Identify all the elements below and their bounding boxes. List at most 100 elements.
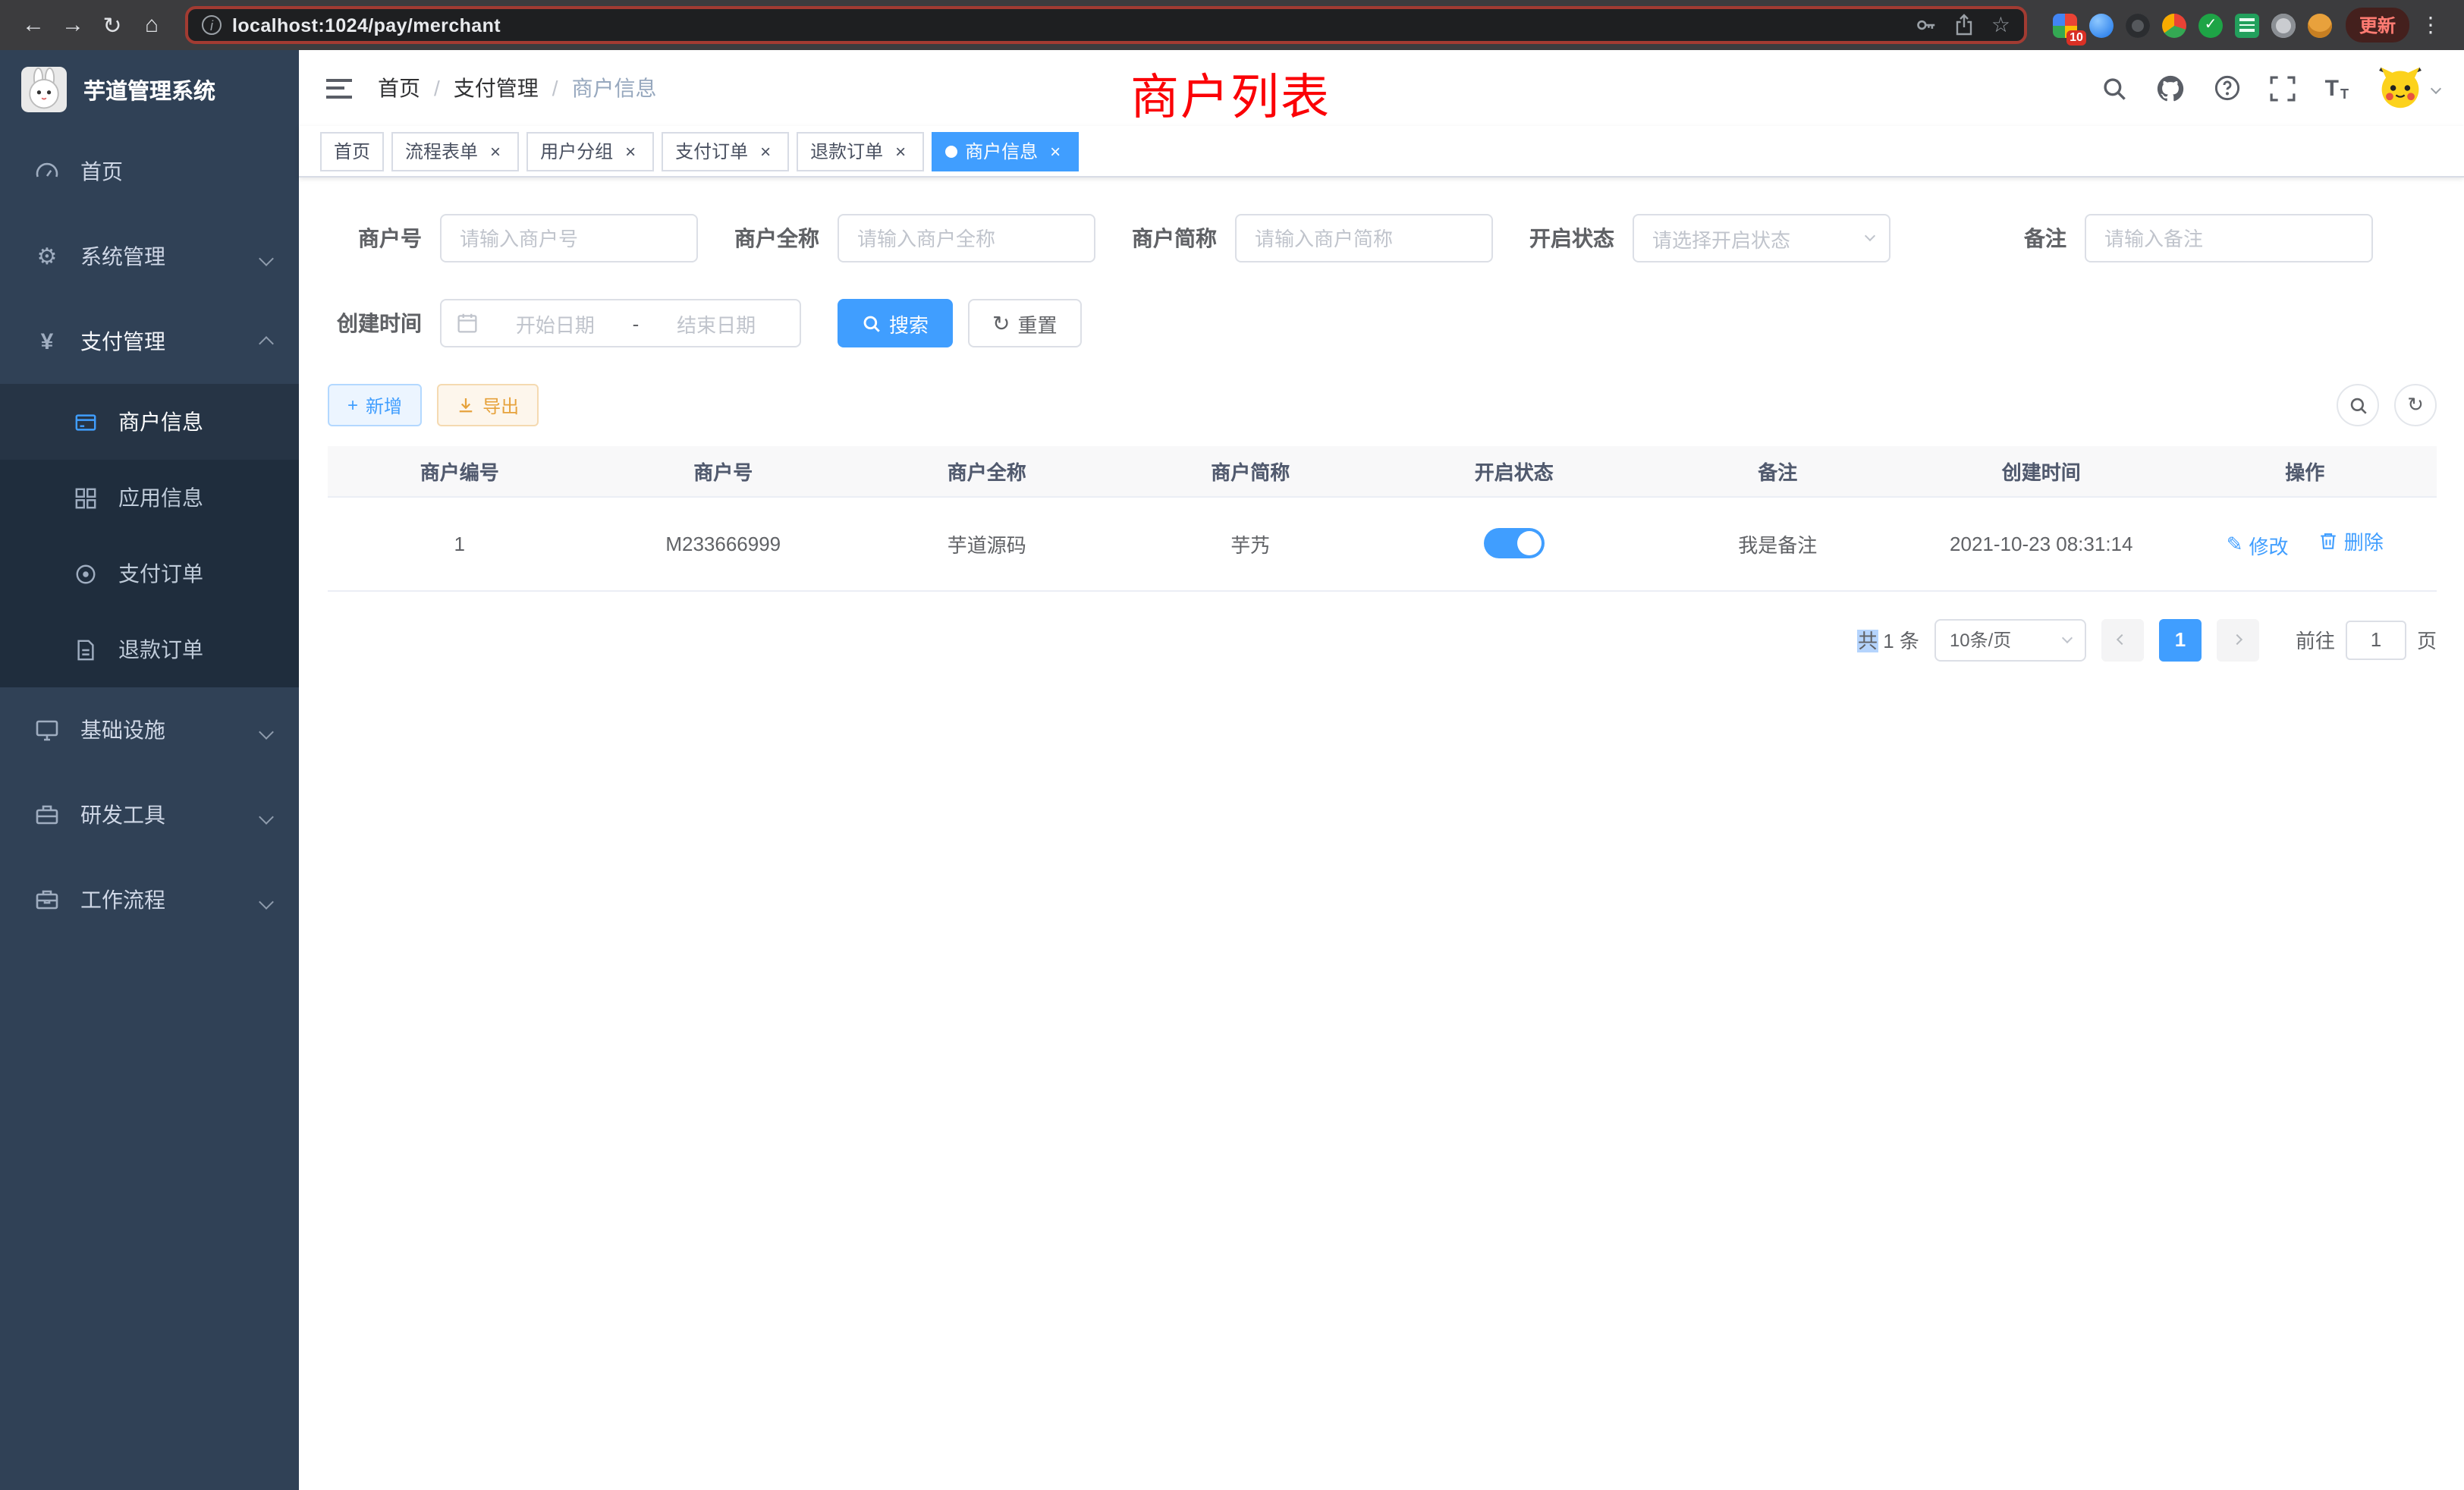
tab-label: 支付订单 — [675, 138, 748, 164]
export-button[interactable]: 导出 — [437, 384, 539, 426]
extension-avatar-icon[interactable] — [2162, 13, 2186, 37]
sidebar-item-system[interactable]: ⚙ 系统管理 — [0, 214, 299, 299]
extensions-pin-icon[interactable] — [2271, 13, 2296, 37]
tab-label: 退款订单 — [810, 138, 883, 164]
browser-menu-icon[interactable]: ⋮ — [2412, 7, 2449, 43]
reload-icon[interactable]: ↻ — [94, 7, 130, 43]
sidebar-item-home[interactable]: 首页 — [0, 129, 299, 214]
extension-badge: 10 — [2066, 30, 2086, 45]
merchant-no-input[interactable] — [440, 214, 698, 262]
sidebar-item-label: 系统管理 — [80, 241, 165, 272]
url-text: localhost:1024/pay/merchant — [232, 14, 1905, 36]
tags-view-bar: 首页 流程表单× 用户分组× 支付订单 × 退款订单 × 商户信息 × — [299, 126, 2464, 178]
refresh-table-button[interactable]: ↻ — [2394, 384, 2437, 426]
sidebar-item-refund-order[interactable]: 退款订单 — [0, 611, 299, 687]
browser-update-button[interactable]: 更新 — [2346, 8, 2409, 42]
extension-green-icon[interactable]: ✓ — [2198, 13, 2223, 37]
goto-page-input[interactable] — [2346, 620, 2406, 659]
toolbox-icon — [33, 803, 61, 827]
page-info-icon[interactable]: i — [202, 15, 222, 35]
breadcrumb-separator: / — [434, 76, 440, 100]
extension-drop-icon[interactable] — [2089, 13, 2114, 37]
status-select-placeholder: 请选择开启状态 — [1652, 224, 1790, 253]
tab-process-form[interactable]: 流程表单× — [391, 131, 519, 171]
prev-page-button[interactable] — [2101, 618, 2144, 661]
breadcrumb-home[interactable]: 首页 — [378, 73, 420, 103]
close-icon[interactable]: × — [621, 141, 640, 161]
address-bar[interactable]: i localhost:1024/pay/merchant ☆ — [185, 6, 2027, 44]
refresh-icon: ↻ — [2407, 393, 2424, 417]
reset-button[interactable]: ↻ 重置 — [968, 299, 1082, 347]
sidebar-item-infrastructure[interactable]: 基础设施 — [0, 687, 299, 772]
close-icon[interactable]: × — [486, 141, 505, 161]
cell-merchant-id: 1 — [328, 496, 592, 590]
search-icon[interactable] — [2102, 75, 2128, 101]
full-name-input[interactable] — [838, 214, 1095, 262]
help-icon[interactable] — [2214, 74, 2242, 102]
sidebar-toggle-icon[interactable] — [323, 72, 355, 104]
remark-input[interactable] — [2085, 214, 2373, 262]
sidebar-item-label: 工作流程 — [80, 885, 165, 915]
sidebar-item-app-info[interactable]: 应用信息 — [0, 460, 299, 536]
share-icon[interactable] — [1955, 14, 1975, 36]
target-icon — [73, 562, 99, 585]
status-select[interactable]: 请选择开启状态 — [1633, 214, 1890, 262]
app-title: 芋道管理系统 — [83, 74, 215, 105]
forward-icon[interactable]: → — [55, 7, 91, 43]
edit-link[interactable]: ✎修改 — [2227, 531, 2289, 560]
bookmark-star-icon[interactable]: ☆ — [1991, 12, 2010, 38]
short-name-input[interactable] — [1235, 214, 1493, 262]
tab-pay-order[interactable]: 支付订单 × — [662, 131, 789, 171]
sidebar-item-payment[interactable]: ¥ 支付管理 — [0, 299, 299, 384]
sidebar-item-workflow[interactable]: 工作流程 — [0, 857, 299, 942]
tab-user-group[interactable]: 用户分组× — [526, 131, 654, 171]
tab-refund-order[interactable]: 退款订单 × — [797, 131, 924, 171]
sidebar-item-label: 商户信息 — [118, 407, 203, 437]
add-button[interactable]: + 新增 — [328, 384, 422, 426]
sidebar-item-label: 首页 — [80, 156, 123, 187]
breadcrumb-payment[interactable]: 支付管理 — [454, 73, 539, 103]
page-content: 商户号 商户全称 商户简称 开启状态 请选择开启状态 — [299, 178, 2464, 1490]
close-icon[interactable]: × — [756, 141, 775, 161]
next-page-button[interactable] — [2217, 618, 2259, 661]
refresh-icon: ↻ — [992, 313, 1010, 334]
tab-merchant-info[interactable]: 商户信息 × — [932, 131, 1079, 171]
col-remark: 备注 — [1646, 446, 1910, 496]
back-icon[interactable]: ← — [15, 7, 52, 43]
document-icon — [73, 638, 99, 661]
profile-avatar-icon[interactable] — [2308, 13, 2332, 37]
sidebar-item-pay-order[interactable]: 支付订单 — [0, 536, 299, 611]
close-icon[interactable]: × — [891, 141, 910, 161]
merchant-table: 商户编号 商户号 商户全称 商户简称 开启状态 备注 创建时间 操作 1 — [328, 446, 2437, 591]
cell-remark: 我是备注 — [1646, 496, 1910, 590]
extension-dark-icon[interactable] — [2126, 13, 2150, 37]
page-size-select[interactable]: 10条/页 — [1934, 618, 2086, 661]
search-button[interactable]: 搜索 — [838, 299, 953, 347]
tab-label: 商户信息 — [965, 138, 1038, 164]
sidebar-item-merchant-info[interactable]: 商户信息 — [0, 384, 299, 460]
user-dropdown-caret — [2431, 83, 2441, 93]
app-logo[interactable]: 芋道管理系统 — [0, 50, 299, 129]
page-1-button[interactable]: 1 — [2159, 618, 2202, 661]
home-icon[interactable]: ⌂ — [134, 7, 170, 43]
chevron-down-icon — [259, 251, 274, 266]
user-avatar[interactable] — [2378, 65, 2440, 111]
status-toggle[interactable] — [1484, 528, 1545, 558]
font-size-icon[interactable]: TT — [2325, 75, 2349, 101]
fullscreen-icon[interactable] — [2271, 75, 2296, 101]
extension-notes-icon[interactable] — [2235, 13, 2259, 37]
password-key-icon[interactable] — [1916, 14, 1938, 36]
sidebar-menu: 首页 ⚙ 系统管理 ¥ 支付管理 — [0, 129, 299, 942]
close-icon[interactable]: × — [1045, 141, 1065, 161]
extension-grid-icon[interactable]: 10 — [2053, 13, 2077, 37]
date-range-picker[interactable]: 开始日期 - 结束日期 — [440, 299, 801, 347]
col-short-name: 商户简称 — [1119, 446, 1383, 496]
sidebar-item-dev-tools[interactable]: 研发工具 — [0, 772, 299, 857]
github-icon[interactable] — [2157, 74, 2186, 102]
delete-label: 删除 — [2344, 527, 2384, 556]
cell-create-time: 2021-10-23 08:31:14 — [1909, 496, 2173, 590]
chevron-down-icon — [259, 809, 274, 825]
toggle-search-button[interactable] — [2337, 384, 2379, 426]
tab-home[interactable]: 首页 — [320, 131, 384, 171]
delete-link[interactable]: 删除 — [2318, 527, 2384, 556]
